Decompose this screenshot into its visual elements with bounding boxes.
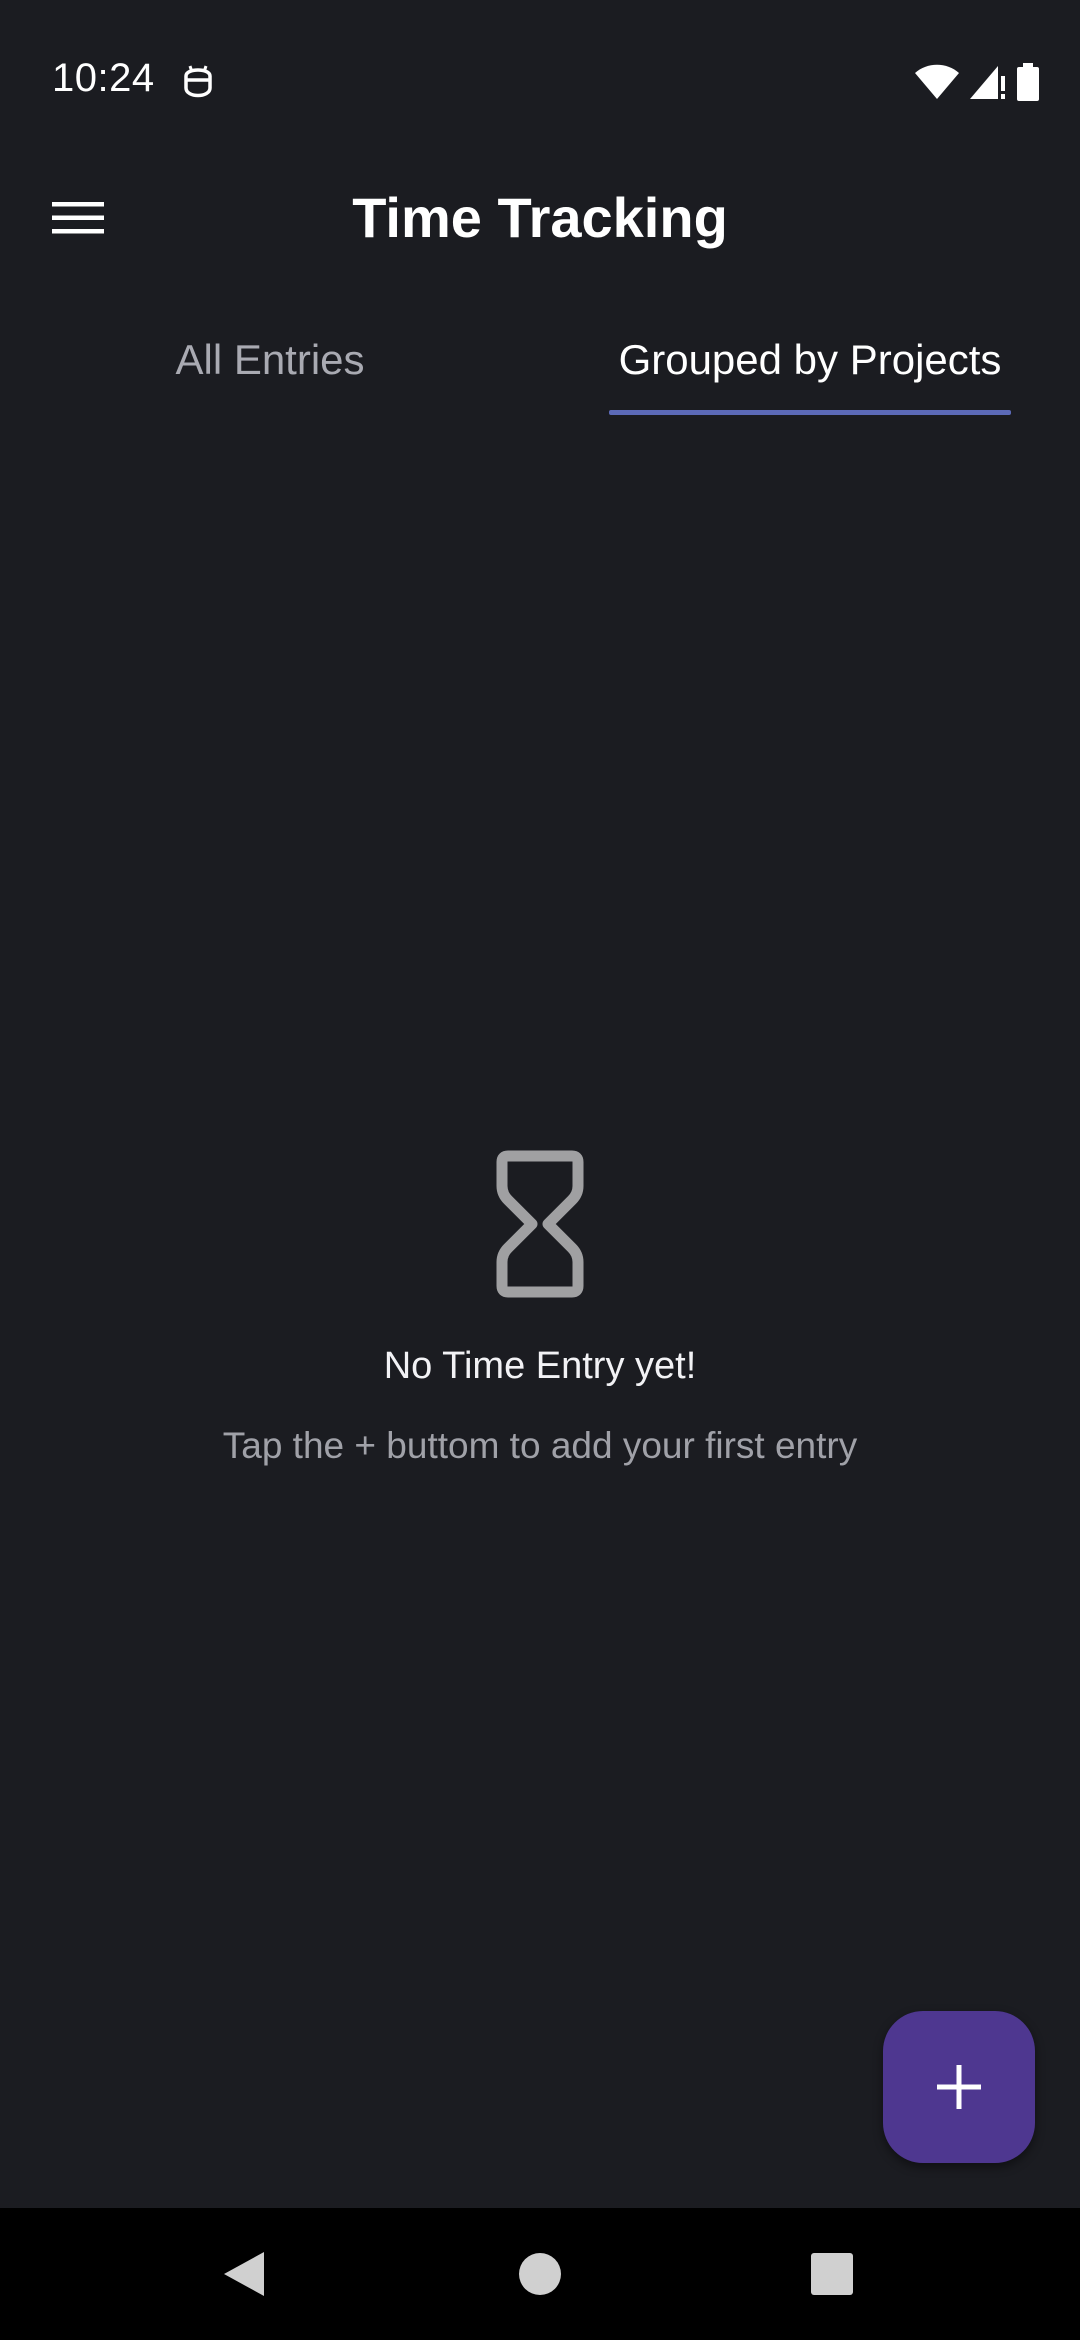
hourglass-icon	[496, 1150, 584, 1298]
tab-all-entries[interactable]: All Entries	[80, 300, 460, 420]
status-bar: 10:24	[0, 0, 1080, 168]
app-bar: Time Tracking	[0, 168, 1080, 268]
tab-bar: All Entries Grouped by Projects	[0, 300, 1080, 420]
app-notification-icon	[184, 65, 212, 98]
status-time: 10:24	[52, 56, 155, 100]
tab-label: All Entries	[175, 336, 365, 383]
system-nav-bar	[0, 2208, 1080, 2340]
plus-icon	[937, 2065, 981, 2109]
tab-indicator	[609, 410, 1011, 415]
add-entry-button[interactable]	[883, 2011, 1035, 2163]
home-icon	[519, 2253, 561, 2295]
tab-grouped-by-projects[interactable]: Grouped by Projects	[600, 300, 1020, 420]
wifi-icon	[915, 64, 959, 99]
status-icons	[914, 60, 1040, 104]
recents-button[interactable]	[792, 2234, 872, 2314]
signal-icon	[970, 66, 1005, 99]
screen: 10:24 Time Tracking All Entries Grouped …	[0, 0, 1080, 2340]
back-icon	[224, 2252, 264, 2296]
back-button[interactable]	[204, 2234, 284, 2314]
tab-label: Grouped by Projects	[618, 336, 1002, 383]
battery-icon	[1017, 63, 1039, 101]
empty-state-title: No Time Entry yet!	[383, 1345, 697, 1387]
recents-icon	[811, 2253, 853, 2295]
empty-state: No Time Entry yet! Tap the + buttom to a…	[0, 1150, 1080, 1470]
home-button[interactable]	[500, 2234, 580, 2314]
empty-state-subtitle: Tap the + buttom to add your first entry	[222, 1425, 858, 1466]
page-title: Time Tracking	[352, 186, 728, 249]
